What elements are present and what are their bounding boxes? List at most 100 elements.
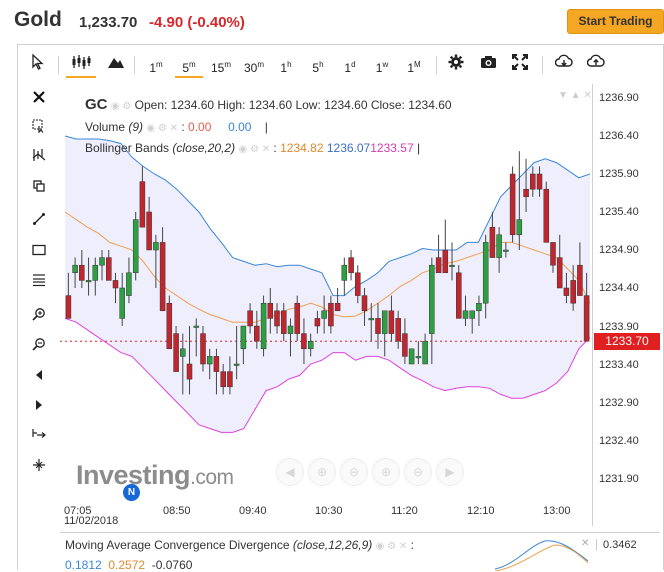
legend-ohlc-row: GC ◉ ⚙ Open: 1234.60 High: 1234.60 Low: …	[85, 96, 452, 113]
macd-params: (close,12,26,9)	[292, 538, 373, 552]
interval-1h[interactable]: 1h	[274, 54, 298, 76]
nav-left-icon[interactable]: ◀	[276, 458, 304, 486]
legend-controls-icon[interactable]: ◉ ⚙	[111, 101, 131, 112]
instrument-title: Gold	[14, 8, 62, 31]
nav-zoom-out-2-icon[interactable]: ⊖	[404, 458, 432, 486]
trendline-icon[interactable]	[24, 209, 54, 233]
scroll-left-icon[interactable]	[24, 364, 54, 388]
candle	[247, 310, 253, 327]
nav-zoom-in-icon[interactable]: ⊕	[308, 458, 336, 486]
interval-5m[interactable]: 5m	[175, 54, 203, 78]
price-tick: 1231.90	[599, 473, 639, 485]
macd-axis-value: 0.3462	[596, 539, 637, 551]
bollinger-controls-icon[interactable]: ◉ ⚙ ✕	[238, 144, 270, 155]
indicators-icon[interactable]	[24, 145, 54, 169]
candle	[550, 242, 556, 266]
interval-5h[interactable]: 5h	[306, 54, 330, 76]
zoom-out-icon[interactable]	[24, 334, 54, 358]
candle	[570, 280, 576, 304]
candle	[287, 325, 294, 334]
pane-controls-icon: ▼ ▲ ✕	[558, 90, 590, 101]
scroll-right-icon[interactable]	[24, 394, 54, 418]
price-tick: 1236.90	[599, 92, 639, 104]
upload-cloud-icon[interactable]	[584, 54, 608, 76]
candle	[516, 219, 523, 236]
candle	[408, 348, 415, 365]
bollinger-middle-value: 1234.82	[280, 141, 324, 155]
candle	[469, 310, 475, 319]
zoom-in-icon[interactable]	[24, 304, 54, 328]
candle	[126, 272, 132, 296]
copy-icon[interactable]	[24, 175, 54, 199]
nav-zoom-in-2-icon[interactable]: ⊕	[372, 458, 400, 486]
candle	[543, 188, 550, 243]
candle	[72, 264, 78, 274]
price-change: -4.90 (-0.40%)	[149, 14, 245, 31]
volume-controls-icon[interactable]: ◉ ⚙ ✕	[146, 123, 178, 134]
candle	[489, 226, 496, 258]
legend-volume-row: Volume (9) ◉ ⚙ ✕ : 0.00 0.00 |	[85, 120, 268, 134]
candlestick-chart-icon[interactable]	[66, 54, 96, 78]
time-tick: 12:10	[467, 505, 495, 517]
crosshair-cursor-icon[interactable]	[24, 116, 54, 140]
time-tick: 08:50	[163, 505, 191, 517]
volume-value-2: 0.00	[228, 120, 252, 134]
macd-pane[interactable]: Moving Average Convergence Divergence (c…	[60, 532, 660, 572]
candle	[274, 310, 280, 327]
candle	[530, 173, 536, 190]
gear-icon[interactable]	[444, 54, 468, 76]
candle	[556, 257, 563, 289]
go-to-start-icon[interactable]	[24, 425, 54, 449]
interval-15m[interactable]: 15m	[207, 54, 235, 76]
macd-controls-icon[interactable]: ◉ ⚙ ✕	[376, 541, 408, 552]
candle	[159, 242, 166, 312]
candle	[355, 272, 361, 296]
macd-legend: Moving Average Convergence Divergence (c…	[65, 538, 414, 552]
candle	[577, 264, 583, 296]
rectangle-icon[interactable]	[24, 239, 54, 263]
candle	[334, 302, 341, 312]
candle	[99, 257, 105, 266]
interval-1w[interactable]: 1w	[370, 54, 394, 76]
candle	[112, 280, 119, 289]
candle	[260, 302, 267, 350]
interval-1m[interactable]: 1m	[144, 54, 168, 76]
cursor-arrow-icon[interactable]	[26, 53, 50, 76]
candle	[509, 173, 516, 236]
fibonacci-icon[interactable]	[24, 270, 54, 294]
candle	[381, 310, 388, 334]
candle	[106, 257, 112, 281]
price-tick: 1234.40	[599, 282, 639, 294]
legend-bollinger-row: Bollinger Bands (close,20,2) ◉ ⚙ ✕ : 123…	[85, 141, 421, 155]
candle	[462, 310, 469, 319]
macd-close-icon[interactable]: ✕	[581, 538, 589, 549]
candle	[220, 371, 226, 388]
time-tick: 10:30	[315, 505, 343, 517]
candle	[482, 242, 489, 304]
mountain-chart-icon[interactable]	[104, 54, 128, 76]
interval-1d[interactable]: 1d	[338, 54, 362, 76]
nav-zoom-out-icon[interactable]: ⊖	[340, 458, 368, 486]
start-trading-button[interactable]: Start Trading	[567, 9, 664, 34]
candle	[328, 302, 334, 327]
interval-1M[interactable]: 1M	[402, 54, 426, 76]
volume-label: Volume	[85, 120, 126, 134]
candle	[422, 340, 428, 365]
interval-30m[interactable]: 30m	[239, 54, 269, 76]
candle	[368, 318, 375, 321]
time-tick: 09:40	[239, 505, 267, 517]
candle	[233, 363, 240, 366]
close-icon[interactable]	[24, 86, 54, 110]
download-cloud-icon[interactable]	[552, 54, 576, 76]
fullscreen-icon[interactable]	[508, 54, 532, 76]
price-tick: 1232.40	[599, 435, 639, 447]
candle	[496, 234, 502, 258]
price-axis[interactable]: 1236.90 1236.40 1235.90 1235.40 1234.90 …	[592, 84, 663, 526]
reset-chart-icon[interactable]	[24, 455, 54, 479]
camera-icon[interactable]	[476, 54, 500, 76]
time-date: 11/02/2018	[64, 515, 119, 527]
candle	[361, 295, 368, 312]
nav-right-icon[interactable]: ▶	[436, 458, 464, 486]
candle	[456, 272, 462, 319]
candle	[307, 340, 314, 350]
